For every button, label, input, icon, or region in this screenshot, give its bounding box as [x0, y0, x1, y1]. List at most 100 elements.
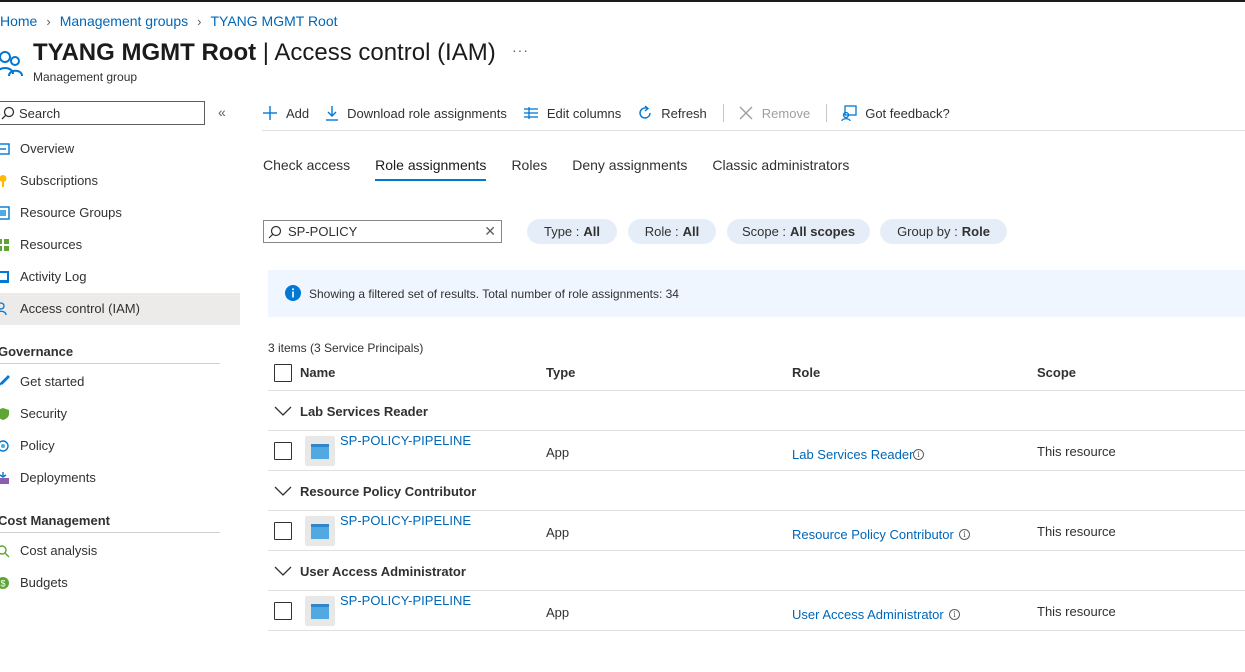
- tab-bar: Check access Role assignments Roles Deny…: [263, 157, 874, 183]
- sidebar-item-cost-analysis[interactable]: Cost analysis: [0, 535, 240, 567]
- sidebar-item-resource-groups[interactable]: Resource Groups: [0, 197, 240, 229]
- sidebar-item-activity-log[interactable]: Activity Log: [0, 261, 240, 293]
- type-filter-pill[interactable]: Type : All: [527, 219, 617, 244]
- sidebar-item-label: Policy: [20, 438, 55, 453]
- items-count: 3 items (3 Service Principals): [268, 341, 424, 355]
- log-icon: [0, 271, 9, 283]
- remove-button[interactable]: Remove: [738, 105, 810, 121]
- add-button[interactable]: Add: [262, 105, 309, 121]
- role-link[interactable]: Resource Policy Contributor: [792, 527, 954, 542]
- app-icon: [305, 436, 335, 466]
- info-icon[interactable]: i: [959, 529, 970, 540]
- type-cell: App: [546, 445, 570, 460]
- select-all-checkbox[interactable]: [274, 364, 292, 382]
- column-header-type[interactable]: Type: [546, 365, 575, 380]
- tab-roles[interactable]: Roles: [511, 157, 547, 182]
- tab-deny-assignments[interactable]: Deny assignments: [572, 157, 687, 182]
- key-icon: [0, 175, 7, 187]
- row-checkbox[interactable]: [274, 442, 292, 460]
- sidebar-item-access-control[interactable]: Access control (IAM): [0, 293, 240, 325]
- download-role-assignments-button[interactable]: Download role assignments: [325, 105, 507, 121]
- role-link[interactable]: User Access Administrator: [792, 607, 944, 622]
- group-by-pill[interactable]: Group by : Role: [880, 219, 1007, 244]
- refresh-icon: [639, 105, 651, 119]
- info-banner: Showing a filtered set of results. Total…: [268, 270, 1245, 317]
- sidebar-item-label: Budgets: [20, 575, 68, 590]
- sidebar-item-budgets[interactable]: $ Budgets: [0, 567, 240, 599]
- scope-cell: This resource: [1037, 444, 1116, 459]
- chevron-right-icon: ›: [197, 13, 202, 29]
- people-icon: [0, 302, 7, 316]
- download-icon: [326, 106, 339, 121]
- more-options-button[interactable]: ···: [512, 42, 529, 58]
- tab-check-access[interactable]: Check access: [263, 157, 350, 182]
- sidebar-search[interactable]: [0, 101, 205, 125]
- tab-classic-administrators[interactable]: Classic administrators: [712, 157, 849, 182]
- cost-analysis-icon: [0, 545, 10, 558]
- info-icon[interactable]: i: [949, 609, 960, 620]
- svg-text:$: $: [0, 579, 5, 589]
- refresh-button[interactable]: Refresh: [637, 105, 707, 121]
- principal-name-link[interactable]: SP-POLICY-PIPELINE: [340, 433, 471, 448]
- sidebar-search-input[interactable]: [19, 104, 199, 122]
- scope-filter-pill[interactable]: Scope : All scopes: [727, 219, 870, 244]
- sidebar-item-label: Activity Log: [20, 269, 87, 284]
- sidebar-item-label: Cost analysis: [20, 543, 98, 558]
- sidebar-item-resources[interactable]: Resources: [0, 229, 240, 261]
- row-divider: [268, 550, 1245, 551]
- row-divider: [268, 590, 1245, 591]
- row-divider: [268, 510, 1245, 511]
- row-checkbox[interactable]: [274, 602, 292, 620]
- sidebar-item-label: Security: [20, 406, 67, 421]
- column-header-scope[interactable]: Scope: [1037, 365, 1076, 380]
- sidebar-item-label: Resource Groups: [20, 205, 122, 220]
- clear-filter-icon[interactable]: ✕: [484, 223, 496, 240]
- close-icon: [739, 106, 753, 120]
- breadcrumb: Home › Management groups › TYANG MGMT Ro…: [0, 12, 338, 30]
- sidebar-item-get-started[interactable]: Get started: [0, 366, 240, 398]
- budget-icon: $: [0, 577, 9, 589]
- collapse-sidebar-button[interactable]: «: [218, 104, 226, 120]
- info-icon[interactable]: i: [913, 449, 924, 460]
- resource-group-icon: [0, 206, 10, 220]
- sidebar-item-policy[interactable]: Policy: [0, 430, 240, 462]
- name-filter-input[interactable]: [288, 223, 478, 240]
- scope-cell: This resource: [1037, 524, 1116, 539]
- sidebar-item-label: Get started: [20, 374, 85, 389]
- group-header-user-access-administrator[interactable]: User Access Administrator: [274, 561, 466, 581]
- rocket-icon: [0, 375, 10, 387]
- column-header-role[interactable]: Role: [792, 365, 820, 380]
- sidebar-item-security[interactable]: Security: [0, 398, 240, 430]
- sidebar-item-deployments[interactable]: Deployments: [0, 462, 240, 494]
- row-divider: [268, 630, 1245, 631]
- role-filter-pill[interactable]: Role : All: [628, 219, 716, 244]
- feedback-button[interactable]: Got feedback?: [841, 105, 950, 121]
- role-link[interactable]: Lab Services Reader: [792, 447, 913, 462]
- principal-name-link[interactable]: SP-POLICY-PIPELINE: [340, 513, 471, 528]
- sidebar-item-overview[interactable]: Overview: [0, 133, 240, 165]
- sidebar-item-label: Resources: [20, 237, 83, 252]
- row-checkbox[interactable]: [274, 522, 292, 540]
- tab-role-assignments[interactable]: Role assignments: [375, 157, 487, 182]
- sidebar-item-label: Deployments: [20, 470, 96, 485]
- breadcrumb-home[interactable]: Home: [0, 13, 37, 29]
- policy-icon: [0, 440, 9, 452]
- app-icon: [305, 596, 335, 626]
- page-title: TYANG MGMT Root | Access control (IAM): [33, 39, 496, 66]
- toolbar-divider: [826, 104, 828, 122]
- columns-icon: [523, 107, 538, 119]
- chevron-down-icon: [274, 406, 292, 416]
- group-header-lab-services-reader[interactable]: Lab Services Reader: [274, 401, 428, 421]
- breadcrumb-management-groups[interactable]: Management groups: [60, 13, 188, 29]
- type-cell: App: [546, 605, 570, 620]
- app-icon: [305, 516, 335, 546]
- edit-columns-button[interactable]: Edit columns: [523, 106, 621, 121]
- scope-cell: This resource: [1037, 604, 1116, 619]
- column-header-name[interactable]: Name: [300, 365, 335, 380]
- command-bar: Add Download role assignments Edit colum…: [262, 100, 966, 126]
- sidebar-item-subscriptions[interactable]: Subscriptions: [0, 165, 240, 197]
- principal-name-link[interactable]: SP-POLICY-PIPELINE: [340, 593, 471, 608]
- breadcrumb-tyang-mgmt-root[interactable]: TYANG MGMT Root: [210, 13, 337, 29]
- name-filter[interactable]: ✕: [263, 220, 502, 243]
- group-header-resource-policy-contributor[interactable]: Resource Policy Contributor: [274, 481, 476, 501]
